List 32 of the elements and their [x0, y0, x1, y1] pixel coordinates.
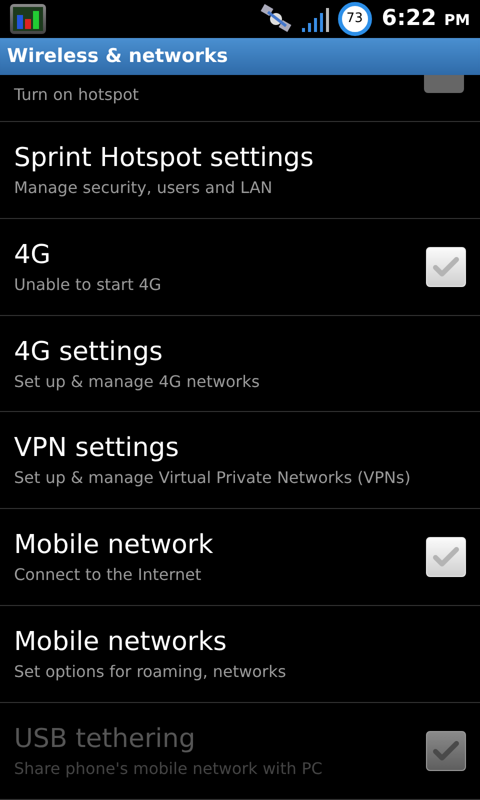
signal-icon [302, 6, 332, 32]
settings-row[interactable]: Sprint Hotspot settings Manage security, users and LAN [0, 122, 480, 219]
app-icon [10, 4, 46, 34]
settings-row[interactable]: 4G Unable to start 4G [0, 218, 480, 316]
row-title: USB tethering [14, 723, 196, 756]
checkbox[interactable] [424, 74, 464, 93]
row-summary: Set up & manage 4G networks [14, 370, 260, 393]
settings-row[interactable]: 4G settings Set up & manage 4G networks [0, 316, 480, 412]
row-summary: Manage security, users and LAN [14, 176, 272, 199]
satellite-icon [260, 4, 294, 34]
row-title: Mobile network [14, 529, 214, 562]
check-icon [433, 547, 459, 568]
row-summary: Set options for roaming, networks [14, 661, 286, 684]
check-icon [433, 741, 459, 762]
settings-row[interactable]: VPN settings Set up & manage Virtual Private Networks (VPNs) [0, 412, 480, 510]
settings-row[interactable]: Mobile networks Set options for roaming, networks [0, 606, 480, 704]
row-title: 4G settings [14, 336, 163, 369]
settings-row[interactable]: Mobile network Connect to the Internet [0, 509, 480, 606]
row-title: VPN settings [14, 432, 179, 466]
row-summary: Share phone's mobile network with PC [14, 758, 322, 780]
screen-title: Wireless & networks [7, 44, 228, 70]
row-summary: Connect to the Internet [14, 564, 202, 586]
settings-row[interactable]: Turn on hotspot [0, 74, 480, 122]
row-summary: Unable to start 4G [14, 274, 162, 296]
clock: 6:22 PM [382, 5, 470, 34]
check-icon [433, 256, 459, 277]
row-title: 4G [14, 238, 51, 272]
row-summary: Set up & manage Virtual Private Networks (VPNs) [14, 467, 411, 490]
row-title: Sprint Hotspot settings [14, 142, 314, 175]
battery-gauge: 73 [338, 2, 372, 36]
row-summary: Turn on hotspot [14, 84, 139, 106]
row-title: Mobile networks [14, 626, 227, 660]
